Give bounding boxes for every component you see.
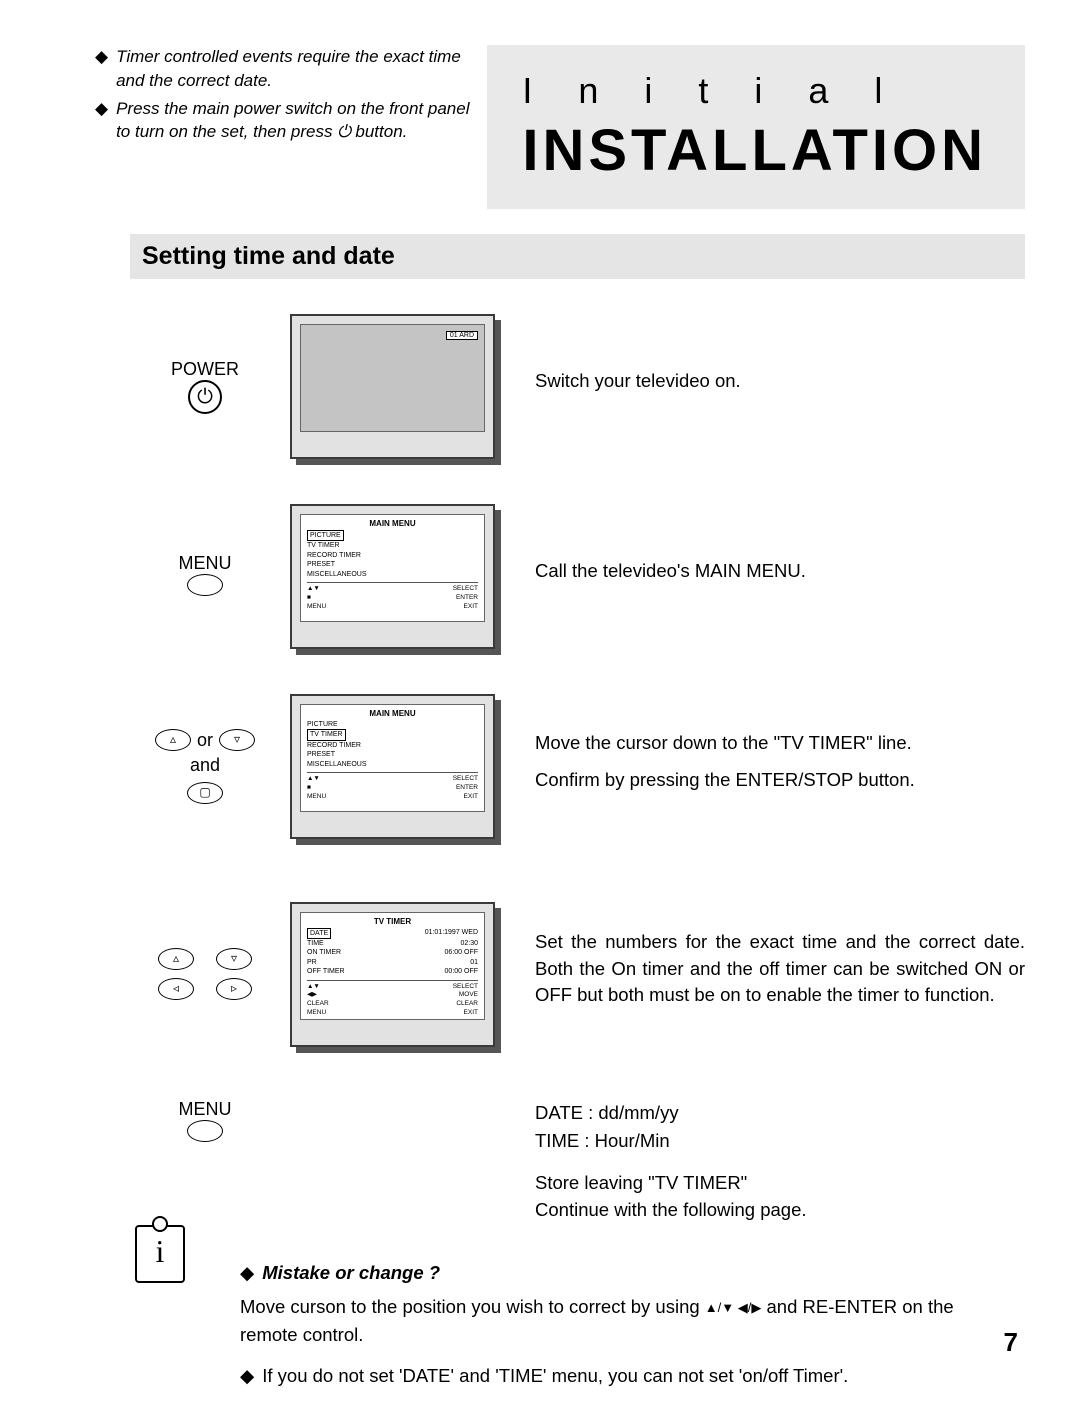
osd-item: MISCELLANEOUS	[307, 570, 367, 579]
menu-button-icon	[187, 1120, 223, 1142]
page-number: 7	[1004, 1327, 1018, 1358]
bullet-diamond-icon: ◆	[240, 1259, 254, 1287]
osd-title: MAIN MENU	[307, 519, 478, 528]
step-desc: Confirm by pressing the ENTER/STOP butto…	[535, 767, 1025, 794]
osd-item: PICTURE	[307, 530, 344, 541]
osd-title: TV TIMER	[307, 917, 478, 926]
osd-item: TV TIMER	[307, 729, 346, 740]
up-button-icon: ▵	[155, 729, 191, 751]
label-and: and	[130, 755, 280, 776]
step-desc: Call the televideo's MAIN MENU.	[535, 558, 1025, 585]
section-heading: Setting time and date	[130, 234, 1025, 279]
menu-button-icon	[187, 574, 223, 596]
step-desc: Switch your televideo on.	[535, 368, 1025, 395]
enter-stop-button-icon: ▢	[187, 782, 223, 804]
step-power: POWER ⏻ 01 ARD Switch your televideo on.	[130, 304, 1025, 469]
menu-label: MENU	[130, 553, 280, 574]
osd-item: RECORD TIMER	[307, 551, 361, 560]
date-format: DATE : dd/mm/yy	[535, 1099, 1025, 1127]
right-button-icon: ▹	[216, 978, 252, 1000]
title-small: Initial	[522, 70, 1005, 112]
osd-title: MAIN MENU	[307, 709, 478, 718]
tv-screen-blank: 01 ARD	[290, 314, 495, 459]
time-format: TIME : Hour/Min	[535, 1127, 1025, 1155]
left-button-icon: ◃	[158, 978, 194, 1000]
bullet-diamond-icon: ◆	[240, 1362, 254, 1390]
store-hint: Store leaving "TV TIMER"	[535, 1169, 1025, 1197]
mistake-text: Move curson to the position you wish to …	[240, 1293, 1000, 1349]
osd-item: MISCELLANEOUS	[307, 760, 367, 769]
down-button-icon: ▿	[219, 729, 255, 751]
osd-item: DATE	[307, 928, 331, 939]
osd-item: PR	[307, 958, 317, 967]
osd-item: ON TIMER	[307, 948, 341, 957]
menu-label: MENU	[130, 1099, 280, 1120]
osd-item: TV TIMER	[307, 541, 340, 550]
mistake-heading: Mistake or change ?	[262, 1259, 440, 1287]
arrow-keys-icon: ▲/▼ ◀/▶	[705, 1298, 762, 1318]
timer-warning: If you do not set 'DATE' and 'TIME' menu…	[262, 1362, 848, 1390]
osd-item: RECORD TIMER	[307, 741, 361, 750]
osd-item: OFF TIMER	[307, 967, 345, 976]
step-desc: Set the numbers for the exact time and t…	[535, 929, 1025, 1009]
continue-hint: Continue with the following page.	[535, 1196, 1025, 1224]
note-text: Press the main power switch on the front…	[116, 97, 477, 145]
bullet-diamond-icon: ◆	[95, 45, 108, 93]
tv-screen-main-menu-timer: MAIN MENU PICTURE TV TIMER RECORD TIMER …	[290, 694, 495, 839]
title-main: INSTALLATION	[522, 117, 1005, 184]
note-text: Timer controlled events require the exac…	[116, 45, 477, 93]
info-icon: i	[135, 1225, 185, 1283]
osd-item: PRESET	[307, 750, 335, 759]
label-or: or	[197, 730, 213, 751]
title-block: Initial INSTALLATION	[487, 45, 1025, 209]
osd-item: PRESET	[307, 560, 335, 569]
bullet-diamond-icon: ◆	[95, 97, 108, 145]
step-tv-timer: ▵ ▿ ◃ ▹ TV TIMER DATE01:01:1997 WED TIME…	[130, 874, 1025, 1074]
tv-screen-main-menu: MAIN MENU PICTURE TV TIMER RECORD TIMER …	[290, 504, 495, 649]
step-menu: MENU MAIN MENU PICTURE TV TIMER RECORD T…	[130, 494, 1025, 659]
down-button-icon: ▿	[216, 948, 252, 970]
step-navigate: ▵ or ▿ and ▢ MAIN MENU PICTURE TV TIMER …	[130, 684, 1025, 849]
step-desc: Move the cursor down to the "TV TIMER" l…	[535, 730, 1025, 757]
intro-notes: ◆Timer controlled events require the exa…	[95, 45, 477, 209]
power-icon: ⏻	[188, 380, 222, 414]
channel-tag: 01 ARD	[446, 331, 478, 340]
power-label: POWER	[130, 359, 280, 380]
up-button-icon: ▵	[158, 948, 194, 970]
tv-screen-tv-timer: TV TIMER DATE01:01:1997 WED TIME02:30 ON…	[290, 902, 495, 1047]
osd-item: TIME	[307, 939, 324, 948]
osd-item: PICTURE	[307, 720, 338, 729]
